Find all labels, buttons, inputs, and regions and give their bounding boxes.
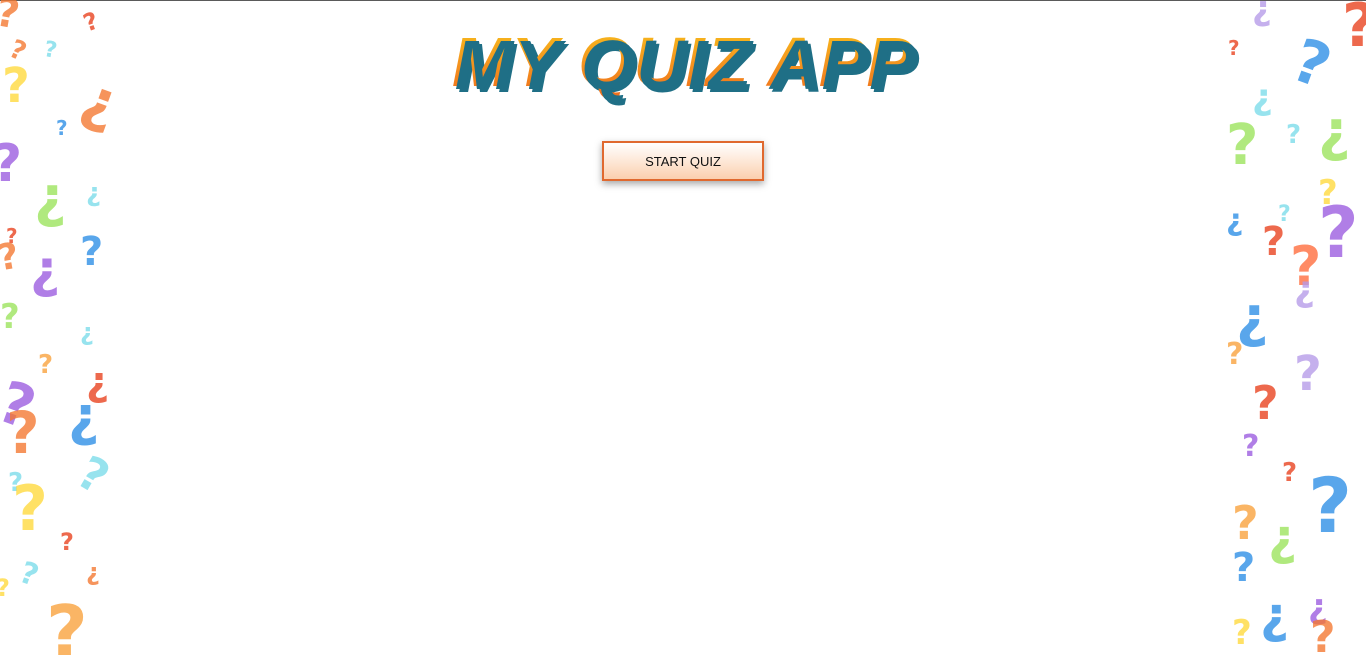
question-mark-icon: ¿ bbox=[34, 165, 67, 230]
question-mark-icon: ¿ bbox=[1268, 508, 1298, 566]
question-mark-icon: ¿ bbox=[30, 240, 61, 300]
app-title: MY QUIZ APP bbox=[0, 22, 1366, 102]
question-mark-icon: ? bbox=[1252, 376, 1279, 430]
question-mark-icon: ? bbox=[1232, 496, 1259, 550]
question-mark-icon: ? bbox=[0, 138, 22, 190]
question-mark-icon: ? bbox=[60, 528, 74, 556]
question-mark-icon: ? bbox=[1242, 429, 1260, 464]
question-mark-icon: ¿ bbox=[1260, 586, 1290, 644]
app-title-text: MY QUIZ APP bbox=[451, 23, 915, 101]
question-mark-icon: ? bbox=[6, 399, 40, 467]
question-mark-icon: ? bbox=[1262, 219, 1286, 265]
question-mark-icon: ¿ bbox=[86, 558, 100, 586]
question-mark-icon: ? bbox=[1232, 545, 1256, 591]
question-mark-icon: ? bbox=[56, 116, 68, 140]
question-mark-icon: ? bbox=[80, 229, 104, 275]
start-quiz-button[interactable]: START QUIZ bbox=[602, 141, 764, 181]
question-mark-icon: ? bbox=[1226, 337, 1244, 372]
question-mark-icon: ? bbox=[1318, 192, 1359, 274]
question-mark-icon: ¿ bbox=[80, 318, 94, 346]
question-mark-icon: ? bbox=[0, 297, 20, 337]
question-mark-icon: ? bbox=[14, 555, 44, 594]
question-mark-icon: ¿ bbox=[1226, 203, 1244, 238]
question-mark-icon: ? bbox=[1226, 113, 1259, 178]
question-mark-icon: ? bbox=[1232, 613, 1252, 653]
question-mark-icon: ¿ bbox=[68, 385, 100, 448]
question-mark-icon: ? bbox=[38, 350, 54, 380]
question-mark-icon: ? bbox=[1282, 458, 1298, 488]
question-mark-icon: ¿ bbox=[86, 178, 102, 208]
question-mark-icon: ? bbox=[1286, 120, 1302, 150]
question-mark-icon: ? bbox=[0, 235, 23, 280]
question-mark-icon: ¿ bbox=[1318, 99, 1351, 164]
question-mark-icon: ? bbox=[46, 590, 88, 655]
quiz-home-page: ?????¿??¿¿???¿?¿?¿??¿?????¿?? ¿???¿??¿?¿… bbox=[0, 0, 1366, 655]
question-mark-icon: ¿ bbox=[1294, 269, 1315, 310]
question-mark-icon: ? bbox=[12, 472, 48, 545]
question-mark-icon: ? bbox=[1294, 346, 1322, 402]
question-mark-icon: ? bbox=[1308, 461, 1353, 550]
question-mark-icon: ? bbox=[1310, 612, 1336, 655]
question-mark-icon: ? bbox=[68, 444, 119, 506]
question-mark-icon: ? bbox=[0, 576, 10, 600]
top-border-line bbox=[0, 0, 1366, 1]
